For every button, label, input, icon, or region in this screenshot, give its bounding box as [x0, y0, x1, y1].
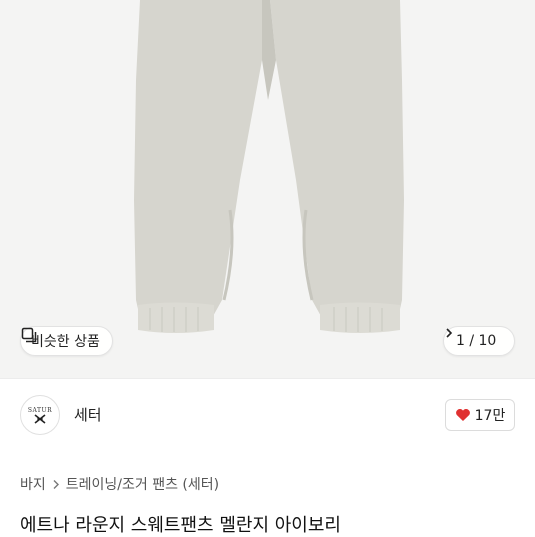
image-pager[interactable]: 1 / 10 — [443, 326, 515, 356]
crossed-logo-icon — [34, 413, 46, 424]
similar-products-button[interactable]: 비슷한 상품 — [20, 326, 113, 356]
seller-name[interactable]: 세터 — [74, 404, 102, 425]
pager-label: 1 / 10 — [456, 333, 497, 349]
heart-icon — [455, 409, 470, 421]
right-leg — [270, 0, 404, 322]
like-button[interactable]: 17만 — [445, 399, 515, 431]
breadcrumb-item-subcategory[interactable]: 트레이닝/조거 팬츠 (세터) — [66, 474, 219, 494]
product-title: 에트나 라운지 스웨트팬츠 멜란지 아이보리 — [20, 515, 341, 536]
product-image[interactable]: 비슷한 상품 1 / 10 — [0, 0, 535, 378]
sweatpants-illustration — [134, 0, 404, 333]
chevron-right-icon — [446, 328, 453, 338]
similar-items-icon — [21, 327, 37, 343]
breadcrumb-item-category[interactable]: 바지 — [20, 474, 46, 494]
seller-row[interactable]: SATUR 세터 17만 — [0, 379, 535, 453]
similar-products-label: 비슷한 상품 — [31, 334, 100, 350]
section-spacer — [0, 453, 535, 461]
seller-avatar[interactable]: SATUR — [20, 395, 60, 435]
chevron-right-icon — [53, 479, 59, 489]
left-leg — [134, 0, 270, 322]
right-cuff — [320, 302, 400, 333]
left-cuff — [138, 302, 214, 333]
avatar-logo-text: SATUR — [27, 406, 53, 414]
breadcrumb: 바지 트레이닝/조거 팬츠 (세터) — [20, 474, 219, 494]
like-count: 17만 — [474, 408, 506, 424]
